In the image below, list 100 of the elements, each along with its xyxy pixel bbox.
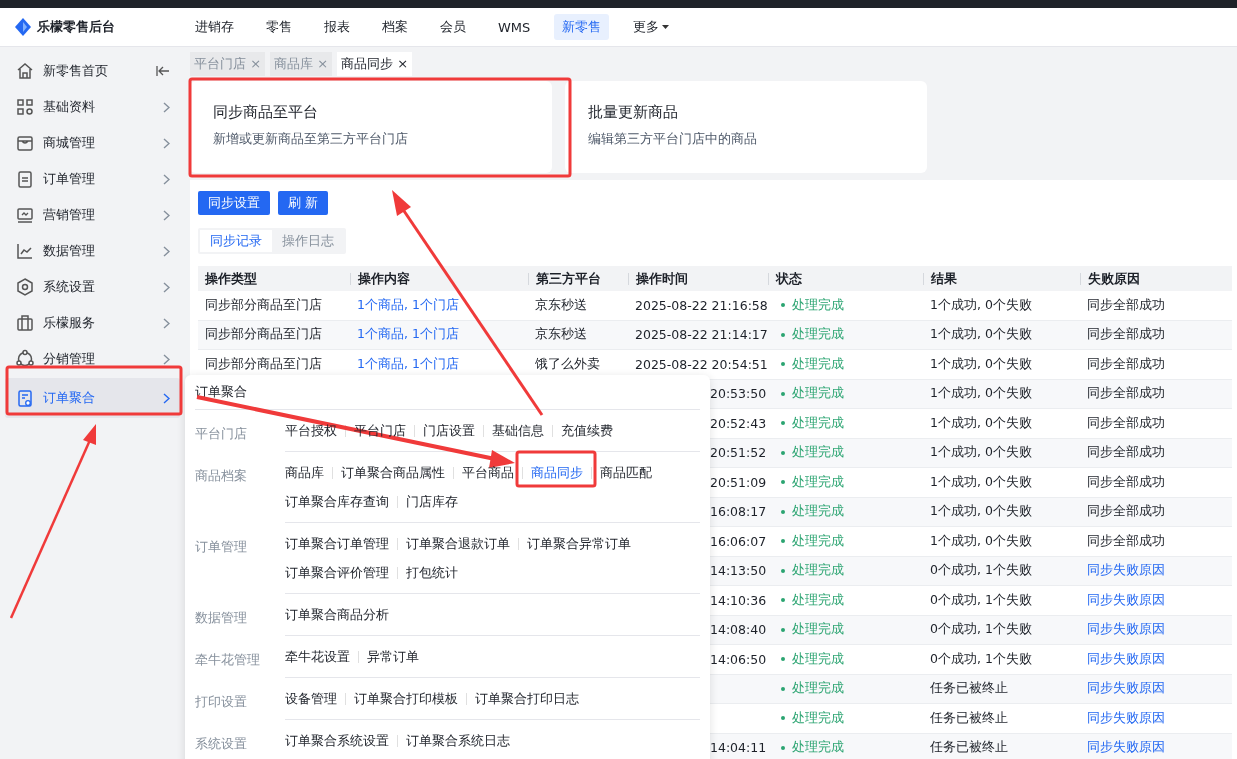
collapse-icon[interactable] [156,65,170,77]
status-text: 处理完成 [792,414,844,432]
chevron-icon [163,173,170,185]
chevron-icon [163,137,170,149]
menu-item[interactable]: 打包统计 [402,563,462,582]
action-button[interactable]: 同步设置 [198,191,270,215]
chevron-icon [163,209,170,221]
sidebar-item[interactable]: 系统设置 [5,269,180,305]
status-text: 处理完成 [792,385,844,403]
menu-item[interactable]: 订单聚合系统设置 [285,731,393,750]
status-dot [781,568,785,573]
table-cell: 1个成功, 0个失败 [930,326,1032,342]
sidebar-item[interactable]: 订单聚合 [5,378,180,418]
menu-item[interactable]: 订单聚合库存查询 [285,492,393,511]
menu-item[interactable]: 牵牛花设置 [285,647,354,666]
sidebar-item[interactable]: 基础资料 [5,89,180,125]
nav-tab[interactable]: 会员 [432,14,474,40]
nav-tab[interactable]: 报表 [316,14,358,40]
menu-item[interactable]: 订单聚合退款订单 [402,534,514,553]
menu-item[interactable]: 订单聚合评价管理 [285,563,393,582]
nav-tab[interactable]: 更多 [625,14,678,40]
menu-item[interactable]: 订单聚合打印模板 [350,689,462,708]
share-icon [15,349,35,369]
menu-item[interactable]: 商品匹配 [596,463,656,482]
menu-item[interactable]: 门店设置 [419,421,479,440]
status-dot [781,745,785,750]
nav-tab[interactable]: WMS [490,14,539,40]
sidebar-item[interactable]: 订单管理 [5,161,180,197]
status-dot [781,539,785,544]
table-cell: 0个成功, 1个失败 [930,562,1032,578]
option-card[interactable]: 同步商品至平台 新增或更新商品至第三方平台门店 [190,81,552,173]
menu-item[interactable]: 平台商品 [458,463,518,482]
table-cell: 同步全部成功 [1087,296,1165,312]
sidebar-item[interactable]: 分销管理 [5,341,180,377]
option-card[interactable]: 批量更新商品 编辑第三方平台门店中的商品 [565,81,927,173]
chevron-icon [163,392,170,404]
table-cell: 同步全部成功 [1087,326,1165,342]
action-button[interactable]: 刷 新 [278,191,329,215]
page-tab[interactable]: 商品同步 × [337,52,413,76]
menu-item[interactable]: 商品同步 [527,463,587,482]
status-text: 处理完成 [792,503,844,521]
column-header: 状态 [768,272,923,285]
table-cell: 任务已被终止 [930,709,1008,725]
nav-tab[interactable]: 档案 [374,14,416,40]
table-cell: 任务已被终止 [930,739,1008,755]
status-dot [781,598,785,603]
table-cell: 同步全部成功 [1087,444,1165,460]
chevron-icon [163,353,170,365]
sidebar-item[interactable]: 乐檬服务 [5,305,180,341]
sidebar-item[interactable]: 新零售首页 [5,53,180,89]
monitor-icon [15,205,35,225]
table-cell: 14:06:50 [710,651,767,667]
reason-link[interactable]: 同步失败原因 [1087,562,1165,578]
nav-tab[interactable]: 零售 [258,14,300,40]
status-text: 处理完成 [792,355,844,373]
menu-item[interactable]: 商品库 [285,463,328,482]
menu-item[interactable]: 异常订单 [363,647,423,666]
content-link[interactable]: 1个商品, 1个门店 [357,355,459,371]
card-title: 同步商品至平台 [213,103,319,122]
table-cell: 1个成功, 0个失败 [930,503,1032,519]
table-cell: 14:04:11 [710,740,767,756]
menu-item[interactable]: 订单聚合商品属性 [337,463,449,482]
sidebar-item[interactable]: 数据管理 [5,233,180,269]
reason-link[interactable]: 同步失败原因 [1087,739,1165,755]
content-link[interactable]: 1个商品, 1个门店 [357,296,459,312]
section-label: 打印设置 [195,694,247,709]
table-cell: 京东秒送 [535,326,587,342]
content-link[interactable]: 1个商品, 1个门店 [357,326,459,342]
menu-item[interactable]: 基础信息 [488,421,548,440]
table-cell: 2025-08-22 21:14:17 [635,327,768,343]
status-dot [781,332,785,337]
column-header: 操作类型 [204,272,258,285]
hexagon-icon [15,277,35,297]
reason-link[interactable]: 同步失败原因 [1087,680,1165,696]
table-cell: 0个成功, 1个失败 [930,621,1032,637]
table-cell: 同步全部成功 [1087,355,1165,371]
reason-link[interactable]: 同步失败原因 [1087,650,1165,666]
reason-link[interactable]: 同步失败原因 [1087,709,1165,725]
sub-tab[interactable]: 同步记录 [200,230,272,252]
menu-item[interactable]: 订单聚合商品分析 [285,605,393,624]
sidebar-item[interactable]: 营销管理 [5,197,180,233]
menu-item[interactable]: 订单聚合异常订单 [523,534,635,553]
menu-item[interactable]: 平台授权 [285,421,341,440]
menu-item[interactable]: 门店库存 [402,492,462,511]
nav-tab[interactable]: 进销存 [187,14,242,40]
chevron-icon [163,245,170,257]
menu-item[interactable]: 订单聚合订单管理 [285,534,393,553]
chevron-icon [163,317,170,329]
menu-item[interactable]: 充值续费 [557,421,617,440]
table-cell: 同步部分商品至门店 [205,326,322,342]
sidebar-item[interactable]: 商城管理 [5,125,180,161]
menu-item[interactable]: 订单聚合打印日志 [471,689,583,708]
menu-item[interactable]: 设备管理 [285,689,341,708]
reason-link[interactable]: 同步失败原因 [1087,621,1165,637]
table-cell: 饿了么外卖 [535,355,600,371]
menu-item[interactable]: 订单聚合系统日志 [402,731,514,750]
grid-icon [15,97,35,117]
column-header: 失败原因 [1080,272,1232,285]
nav-tab[interactable]: 新零售 [554,14,610,40]
reason-link[interactable]: 同步失败原因 [1087,591,1165,607]
